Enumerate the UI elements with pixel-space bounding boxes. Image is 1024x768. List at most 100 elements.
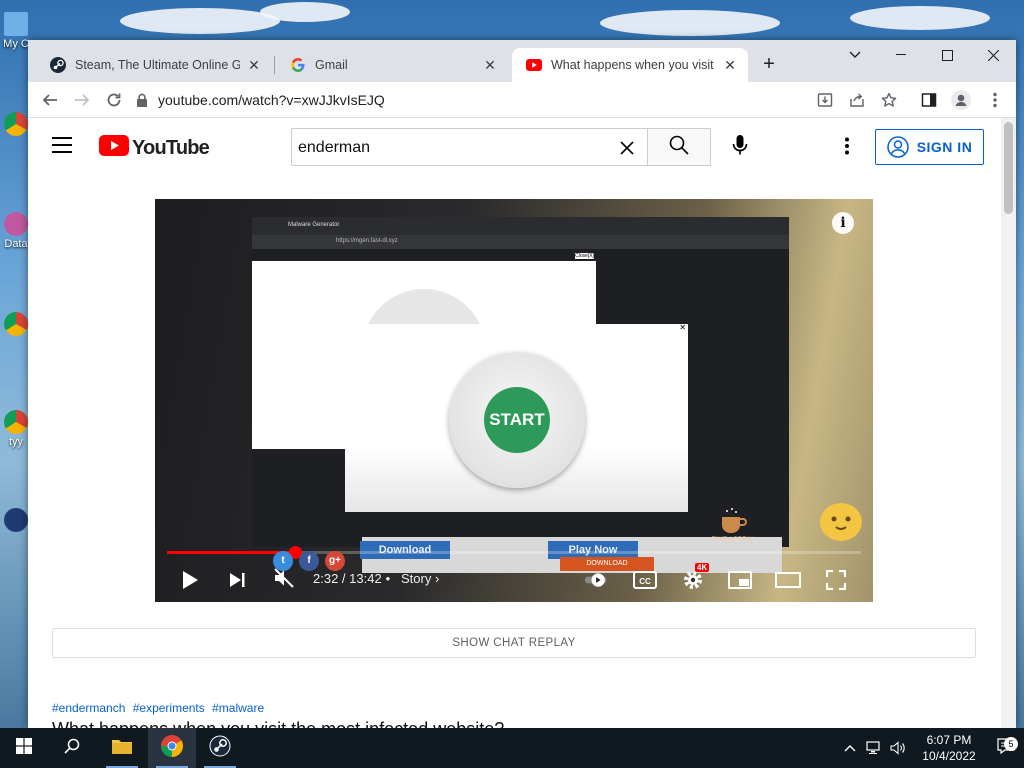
url-text: youtube.com/watch?v=xwJJkvIsEJQ: [158, 92, 385, 108]
close-tab-icon[interactable]: ✕: [722, 57, 738, 73]
video-frame-start-label: START: [484, 387, 550, 453]
desktop-icon-tyy[interactable]: tyy: [2, 410, 30, 448]
video-frame-popup-front: ✕ START: [345, 323, 688, 512]
desktop-icon-data[interactable]: Data: [2, 212, 30, 250]
account-circle-icon: [886, 136, 909, 158]
video-frame-urlbar: https://mgen.fast-dl.xyz: [252, 235, 789, 249]
close-window-icon[interactable]: [970, 40, 1016, 70]
take-a-break-logo: TAKE A BREAK: [705, 507, 761, 555]
video-frame-download-button: Download: [360, 541, 450, 559]
reload-icon[interactable]: [101, 87, 127, 113]
search-icon: [64, 738, 80, 759]
chevron-up-icon[interactable]: [838, 728, 862, 768]
hashtag-link[interactable]: #endermanch: [52, 701, 125, 715]
search-input[interactable]: [298, 135, 608, 161]
svg-text:CC: CC: [639, 577, 651, 586]
subtitles-cc-button[interactable]: CC: [630, 565, 660, 595]
page-viewport: YouTube enderman SIGN IN Malware Generat…: [28, 118, 1016, 728]
profile-avatar-icon[interactable]: [948, 87, 974, 113]
hashtag-link[interactable]: #malware: [212, 701, 264, 715]
back-icon[interactable]: [37, 87, 63, 113]
google-icon: [290, 57, 306, 73]
browser-toolbar: youtube.com/watch?v=xwJJkvIsEJQ: [28, 82, 1016, 118]
new-tab-button[interactable]: +: [756, 51, 782, 77]
chevron-right-icon: ›: [434, 571, 440, 586]
scrollbar-thumb[interactable]: [1004, 122, 1013, 214]
mute-button[interactable]: [269, 565, 299, 595]
time-current-duration: 2:32 / 13:42: [313, 571, 382, 586]
browser-menu-icon[interactable]: [982, 87, 1008, 113]
file-explorer-taskbar-button[interactable]: [98, 728, 146, 768]
search-icon: [669, 135, 689, 160]
notification-center-button[interactable]: 5: [988, 736, 1024, 759]
voice-search-button[interactable]: [725, 132, 755, 162]
play-button[interactable]: [175, 565, 205, 595]
install-app-icon[interactable]: [812, 87, 838, 113]
minimize-icon[interactable]: [878, 40, 924, 70]
video-frame-close-x-icon: ✕: [679, 323, 686, 332]
video-frame-close-label: Close[X]: [575, 253, 594, 259]
hashtag-link[interactable]: #experiments: [133, 701, 205, 715]
desktop-icon-chrome-2[interactable]: [2, 312, 30, 338]
side-panel-icon[interactable]: [916, 87, 942, 113]
network-icon[interactable]: [862, 728, 886, 768]
take-a-break-text: TAKE A BREAK: [711, 537, 755, 543]
chapter-button[interactable]: Story ›: [401, 571, 439, 586]
hamburger-menu-icon[interactable]: [52, 136, 76, 156]
desktop-icon-chrome[interactable]: [2, 112, 30, 138]
share-icon[interactable]: [844, 87, 870, 113]
clock[interactable]: 6:07 PM 10/4/2022: [910, 732, 988, 764]
search-taskbar-button[interactable]: [48, 728, 96, 768]
close-tab-icon[interactable]: ✕: [246, 57, 262, 73]
browser-window: Steam, The Ultimate Online Gam ✕ Gmail ✕…: [28, 40, 1016, 728]
info-icon[interactable]: i: [832, 212, 854, 234]
maximize-icon[interactable]: [924, 40, 970, 70]
video-frame-browser: Malware Generator https://mgen.fast-dl.x…: [252, 217, 789, 573]
miniplayer-button[interactable]: [725, 565, 755, 595]
tab-gmail[interactable]: Gmail ✕: [276, 48, 508, 82]
chrome-icon: [4, 312, 28, 336]
video-frame-facebook-icon: f: [299, 551, 319, 571]
chrome-taskbar-button[interactable]: [148, 728, 196, 768]
video-frame-tab-title: Malware Generator: [288, 222, 340, 228]
start-button[interactable]: [0, 728, 48, 768]
youtube-logo[interactable]: YouTube: [99, 135, 210, 161]
video-frame-tabbar: Malware Generator: [252, 217, 789, 235]
tab-divider: [274, 56, 275, 74]
fullscreen-button[interactable]: [821, 565, 851, 595]
desktop-icon-5[interactable]: [2, 508, 30, 534]
next-video-button[interactable]: [222, 565, 252, 595]
close-tab-icon[interactable]: ✕: [482, 57, 498, 73]
clear-search-icon[interactable]: [617, 138, 637, 158]
forward-icon[interactable]: [69, 87, 95, 113]
theater-mode-button[interactable]: [773, 565, 803, 595]
steam-taskbar-button[interactable]: [196, 728, 244, 768]
tab-title: Steam, The Ultimate Online Gam: [75, 58, 240, 72]
tab-youtube-active[interactable]: What happens when you visit th ✕: [512, 48, 748, 82]
sign-in-button[interactable]: SIGN IN: [875, 129, 984, 165]
steam-icon: [209, 735, 231, 762]
address-bar[interactable]: youtube.com/watch?v=xwJJkvIsEJQ: [136, 85, 806, 115]
tab-search-icon[interactable]: [832, 40, 878, 70]
show-chat-replay-button[interactable]: SHOW CHAT REPLAY: [52, 628, 976, 658]
app-icon: [4, 212, 28, 236]
video-player[interactable]: Malware Generator https://mgen.fast-dl.x…: [155, 199, 873, 602]
sign-in-label: SIGN IN: [916, 139, 973, 155]
tab-steam[interactable]: Steam, The Ultimate Online Gam ✕: [36, 48, 272, 82]
page-scrollbar[interactable]: [1001, 118, 1016, 728]
notification-count-badge: 5: [1004, 736, 1018, 751]
autoplay-toggle[interactable]: [584, 565, 614, 595]
settings-more-icon[interactable]: [836, 134, 858, 158]
youtube-header: YouTube enderman SIGN IN: [28, 118, 1001, 174]
desktop-icon-label: tyy: [8, 436, 24, 448]
computer-icon: [4, 12, 28, 36]
tab-title: What happens when you visit th: [551, 58, 716, 72]
search-button[interactable]: [647, 128, 711, 166]
progress-bar[interactable]: [167, 546, 861, 559]
bookmark-star-icon[interactable]: [876, 87, 902, 113]
desktop-icon-this-pc[interactable]: My C: [2, 12, 30, 50]
chrome-icon: [160, 734, 184, 763]
volume-icon[interactable]: [886, 728, 910, 768]
lock-icon[interactable]: [136, 93, 148, 107]
search-box[interactable]: [291, 128, 648, 166]
